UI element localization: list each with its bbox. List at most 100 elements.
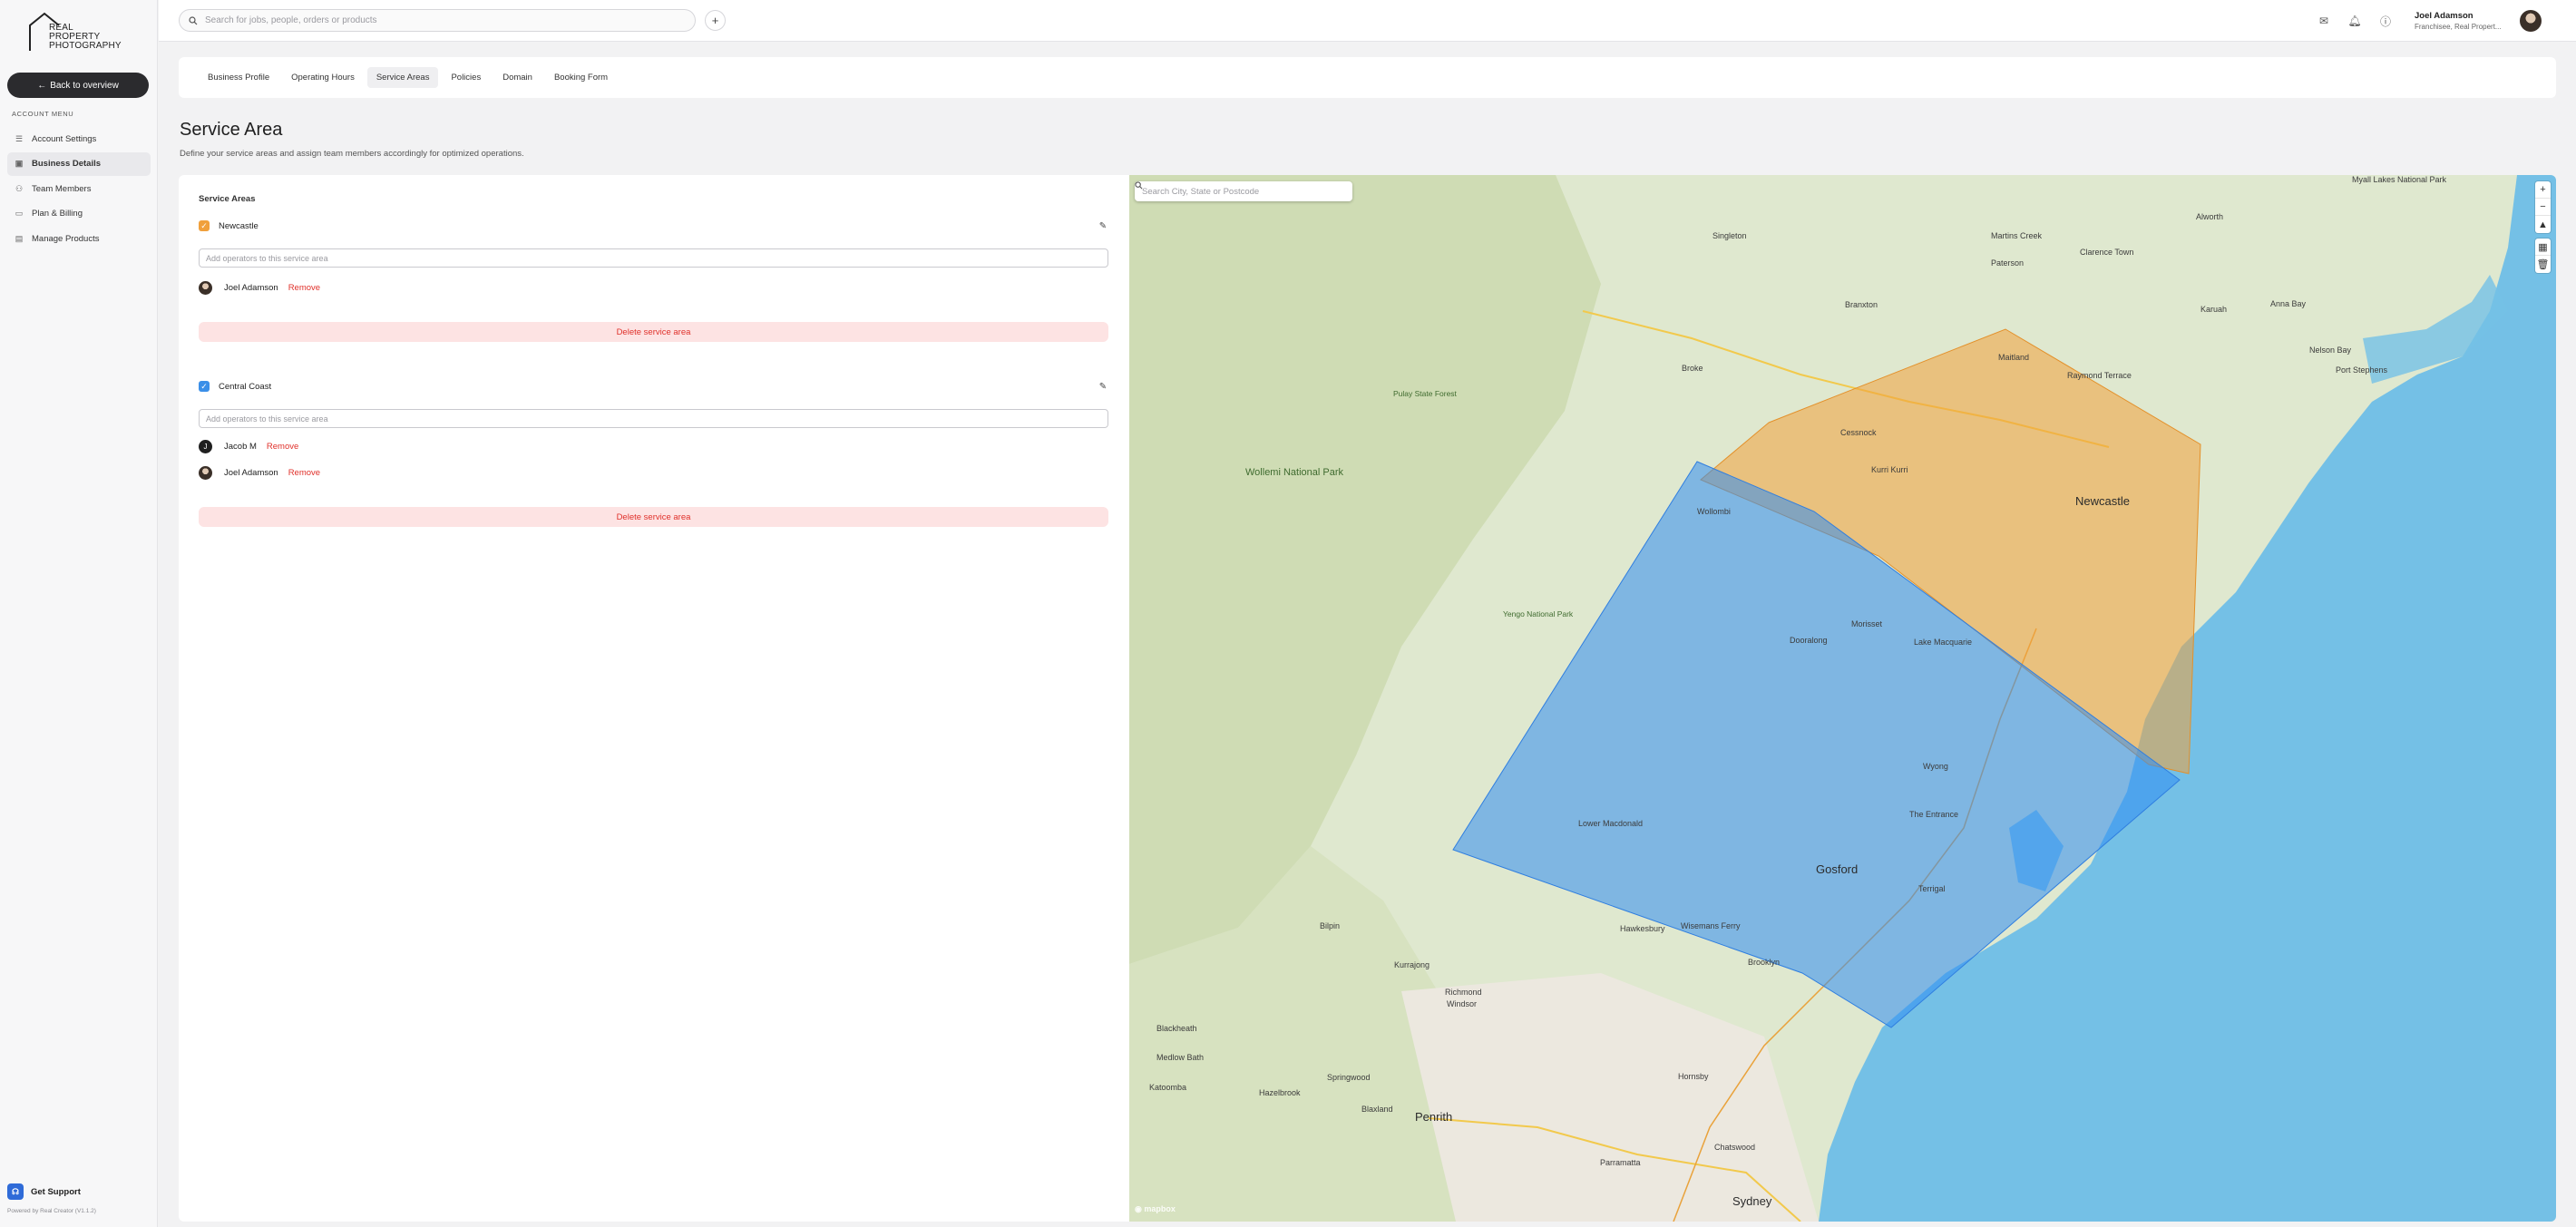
global-search[interactable] — [179, 9, 696, 32]
map-label: Raymond Terrace — [2067, 371, 2132, 380]
edit-icon[interactable]: ✎ — [1097, 219, 1109, 232]
headset-icon: ☊ — [7, 1183, 24, 1200]
avatar — [199, 280, 212, 295]
card-icon: ▭ — [15, 209, 24, 218]
arrow-left-icon: ← — [37, 80, 47, 91]
area-name: Newcastle — [219, 220, 259, 231]
sidebar-item-business-details[interactable]: ▣ Business Details — [7, 151, 151, 176]
map-search[interactable] — [1135, 181, 1352, 201]
account-menu-heading: ACCOUNT MENU — [12, 110, 74, 118]
add-new-button[interactable]: + — [705, 10, 726, 31]
map-label: Bilpin — [1320, 921, 1341, 930]
remove-operator-link[interactable]: Remove — [267, 442, 298, 452]
area-checkbox[interactable]: ✓ — [199, 381, 210, 392]
tab-service-areas[interactable]: Service Areas — [366, 67, 439, 88]
map-label: Hawkesbury — [1620, 924, 1665, 933]
compass-icon: ▲ — [2538, 219, 2548, 230]
map-label: Chatswood — [1714, 1143, 1756, 1152]
settings-tabs: Business Profile Operating Hours Service… — [179, 57, 2556, 98]
operator-row: Joel Adamson Remove — [199, 465, 1109, 480]
add-operator-input[interactable] — [199, 409, 1108, 428]
inbox-icon[interactable]: ✉ — [2317, 14, 2331, 28]
map-label: Katoomba — [1149, 1083, 1187, 1092]
map-label: Brooklyn — [1748, 958, 1781, 967]
service-area-newcastle: ✓ Newcastle ✎ Joel Adamson Remove Delete… — [199, 219, 1109, 342]
tab-domain[interactable]: Domain — [493, 67, 542, 88]
sidebar-item-label: Team Members — [32, 183, 92, 194]
sidebar-item-team-members[interactable]: ⚇ Team Members — [7, 177, 151, 200]
map-label: Gosford — [1816, 862, 1859, 876]
top-bar: + ✉ 🔔︎ ⓘ Joel Adamson Franchisee, Real P… — [159, 0, 2576, 42]
check-icon: ✓ — [200, 220, 208, 230]
service-areas-heading: Service Areas — [199, 194, 256, 204]
map-label: Morisset — [1851, 619, 1883, 628]
map-label: Clarence Town — [2080, 248, 2134, 257]
plus-icon: + — [2540, 184, 2546, 195]
add-operator-input[interactable] — [199, 248, 1108, 268]
map-label: Karuah — [2200, 305, 2228, 314]
map-label: Martins Creek — [1991, 231, 2043, 240]
map-label: Sydney — [1732, 1194, 1772, 1208]
delete-service-area-button[interactable]: Delete service area — [199, 507, 1108, 527]
map-label: Port Stephens — [2336, 365, 2388, 375]
urban-region — [1401, 973, 1819, 1222]
sidebar-item-label: Manage Products — [32, 233, 100, 244]
tab-policies[interactable]: Policies — [442, 67, 490, 88]
draw-polygon-button[interactable]: ▦ — [2535, 239, 2551, 256]
map-label: Paterson — [1991, 258, 2025, 268]
map-canvas[interactable] — [1129, 175, 2556, 1222]
map-label: Windsor — [1447, 999, 1478, 1008]
area-name: Central Coast — [219, 381, 272, 392]
sidebar-item-label: Plan & Billing — [32, 209, 83, 219]
map-label: Anna Bay — [2270, 299, 2307, 308]
reset-north-button[interactable]: ▲ — [2535, 216, 2551, 233]
brand-logo[interactable]: REAL PROPERTY PHOTOGRAPHY — [27, 11, 127, 54]
map-label: Wyong — [1923, 762, 1948, 771]
map-label: Hazelbrook — [1259, 1088, 1301, 1097]
delete-shape-button[interactable]: 🗑 — [2535, 256, 2551, 273]
map-label: Terrigal — [1918, 884, 1946, 893]
map-label: Wisemans Ferry — [1681, 921, 1741, 930]
avatar[interactable] — [2520, 10, 2542, 32]
map-label: Kurri Kurri — [1871, 465, 1908, 474]
help-icon[interactable]: ⓘ — [2378, 14, 2393, 28]
sidebar-item-manage-products[interactable]: ▤ Manage Products — [7, 227, 151, 250]
tab-operating-hours[interactable]: Operating Hours — [282, 67, 364, 88]
user-name: Joel Adamson — [2415, 11, 2474, 21]
map-search-input[interactable] — [1142, 186, 1332, 197]
back-to-overview-button[interactable]: ← Back to overview — [7, 73, 149, 98]
map-label: Medlow Bath — [1156, 1053, 1205, 1062]
operator-name: Joel Adamson — [224, 467, 278, 478]
mapbox-logo-icon[interactable]: ◉ mapbox — [1135, 1204, 1176, 1214]
remove-operator-link[interactable]: Remove — [288, 283, 320, 293]
sidebar-item-label: Business Details — [32, 159, 102, 169]
map-label: Lake Macquarie — [1914, 638, 1973, 647]
remove-operator-link[interactable]: Remove — [288, 468, 320, 478]
operator-name: Joel Adamson — [224, 282, 278, 293]
zoom-in-button[interactable]: + — [2535, 181, 2551, 199]
user-menu[interactable]: Joel Adamson Franchisee, Real Propert... — [2415, 11, 2502, 31]
map-label: Maitland — [1998, 353, 2030, 362]
draw-controls: ▦ 🗑 — [2535, 239, 2551, 273]
zoom-out-button[interactable]: − — [2535, 199, 2551, 216]
tab-booking-form[interactable]: Booking Form — [545, 67, 617, 88]
operator-row: J Jacob M Remove — [199, 439, 1109, 453]
avatar — [199, 465, 212, 480]
area-checkbox[interactable]: ✓ — [199, 220, 210, 231]
user-role: Franchisee, Real Propert... — [2415, 23, 2502, 31]
map-label: Pulay State Forest — [1393, 389, 1457, 398]
sidebar-item-plan-billing[interactable]: ▭ Plan & Billing — [7, 202, 151, 226]
edit-icon[interactable]: ✎ — [1097, 380, 1109, 393]
global-search-input[interactable] — [205, 15, 677, 25]
delete-service-area-button[interactable]: Delete service area — [199, 322, 1108, 342]
powered-by-text: Powered by Real Creator (V1.1.2) — [7, 1208, 96, 1214]
bell-icon[interactable]: 🔔︎ — [2347, 14, 2362, 28]
trash-icon: 🗑 — [2536, 259, 2550, 270]
service-area-panel: Service Areas ✓ Newcastle ✎ Joel Adamson… — [179, 175, 2556, 1222]
page-title: Service Area — [180, 120, 283, 140]
map-label: Blaxland — [1361, 1105, 1393, 1114]
service-area-map[interactable]: Newcastle Gosford Penrith Sydney Wollemi… — [1129, 175, 2556, 1222]
tab-business-profile[interactable]: Business Profile — [199, 67, 278, 88]
get-support-button[interactable]: ☊ Get Support — [7, 1183, 81, 1200]
sidebar-item-account-settings[interactable]: ☰ Account Settings — [7, 127, 151, 151]
